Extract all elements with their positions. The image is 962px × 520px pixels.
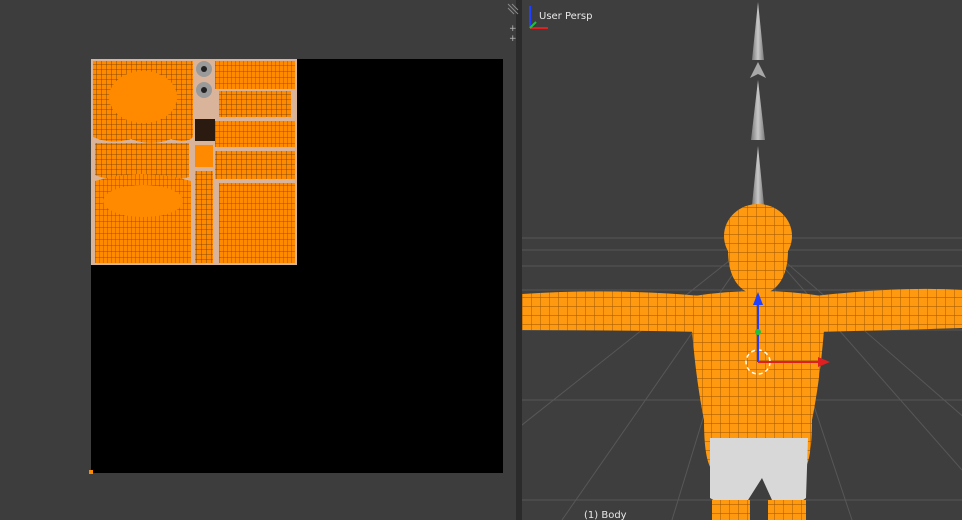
active-object-label: (1) Body xyxy=(584,510,627,520)
blender-window: + + User Persp (1) Body xyxy=(0,0,962,520)
uv-origin-marker xyxy=(89,470,93,474)
uv-texture-layout[interactable] xyxy=(91,59,297,265)
uv-image-editor[interactable] xyxy=(0,0,516,520)
armature-bones xyxy=(750,2,766,205)
corner-hatch-icon[interactable] xyxy=(506,2,520,16)
uv-image-canvas[interactable] xyxy=(91,59,503,473)
viewport-scene[interactable] xyxy=(522,0,962,520)
axis-gizmo-icon xyxy=(529,6,548,29)
body-mesh xyxy=(522,204,962,520)
3d-viewport[interactable]: User Persp (1) Body xyxy=(522,0,962,520)
